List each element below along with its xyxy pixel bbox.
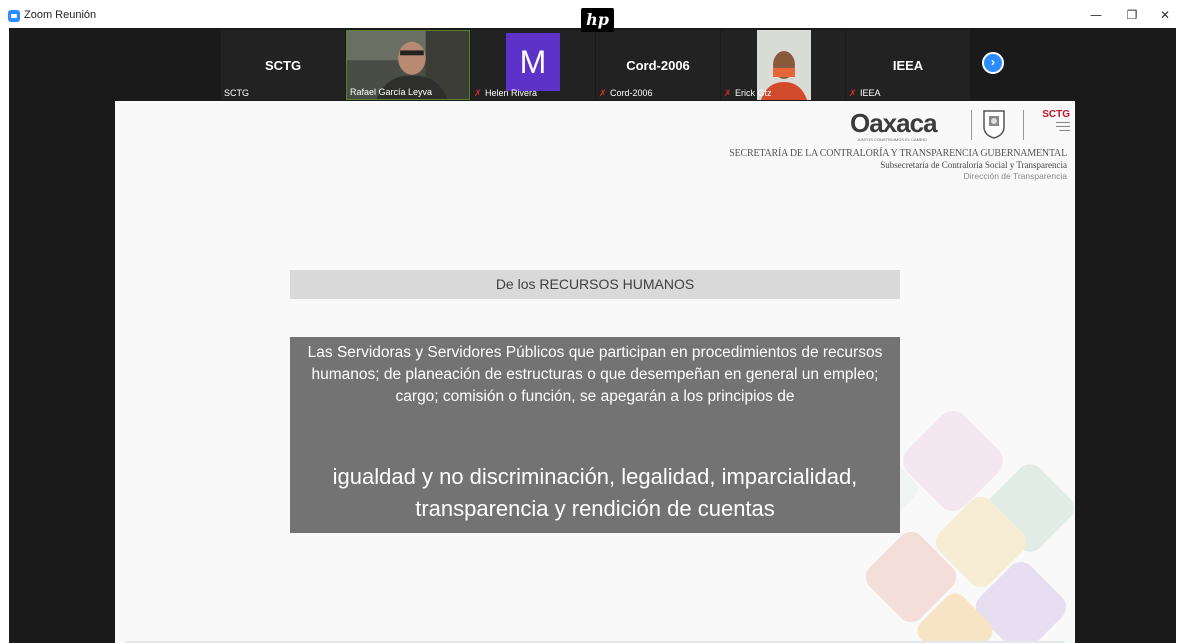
- content-box: Las Servidoras y Servidores Públicos que…: [290, 337, 900, 533]
- participant-name: SCTG: [224, 88, 250, 98]
- participant-label: ✗ Erick Gtz: [724, 88, 772, 98]
- meeting-view: SCTG SCTG Rafael García Leyva M ✗ Helen …: [9, 28, 1176, 643]
- window-title: Zoom Reunión: [24, 9, 97, 21]
- sctg-logo-text: SCTG: [1042, 109, 1070, 120]
- minimize-button[interactable]: —: [1088, 8, 1104, 22]
- oaxaca-logo-tagline: JUNTOS CONSTRUIMOS EL CAMBIO: [857, 137, 927, 142]
- participant-display-name: IEEA: [892, 58, 924, 73]
- muted-mic-icon: ✗: [474, 87, 482, 98]
- body-paragraph: Las Servidoras y Servidores Públicos que…: [307, 344, 883, 405]
- avatar: M: [506, 33, 560, 91]
- participant-label: ✗ IEEA: [849, 88, 881, 98]
- zoom-app-icon: [8, 10, 20, 22]
- participant-name: Cord-2006: [610, 88, 653, 98]
- header-secretaria: SECRETARÍA DE LA CONTRALORÍA Y TRANSPARE…: [729, 148, 1067, 159]
- sctg-logo: SCTG ▬▬▬▬ ▬▬▬▬ ▬▬▬: [1032, 109, 1070, 132]
- participant-tile-rafael[interactable]: Rafael García Leyva: [346, 30, 470, 100]
- close-button[interactable]: ✕: [1157, 8, 1173, 22]
- restore-button[interactable]: ❐: [1124, 8, 1140, 22]
- shared-screen-slide: Oaxaca JUNTOS CONSTRUIMOS EL CAMBIO SCTG…: [115, 101, 1075, 643]
- state-seal-icon: [983, 110, 1005, 139]
- oaxaca-logo: Oaxaca: [850, 108, 938, 138]
- hp-logo: hp: [581, 8, 614, 32]
- participant-tile-cord[interactable]: Cord-2006 ✗ Cord-2006: [596, 30, 720, 100]
- logo-divider: [971, 110, 972, 140]
- principles-text: igualdad y no discriminación, legalidad,…: [332, 464, 858, 521]
- participant-tile-ieea[interactable]: IEEA ✗ IEEA: [846, 30, 970, 100]
- header-subsecretaria: Subsecretaría de Contraloría Social y Tr…: [880, 160, 1067, 170]
- participant-name: Erick Gtz: [735, 88, 772, 98]
- participant-name: Helen Rivera: [485, 88, 538, 98]
- participant-tile-erick[interactable]: ✗ Erick Gtz: [721, 30, 845, 100]
- participant-name: Rafael García Leyva: [350, 87, 433, 97]
- muted-mic-icon: ✗: [849, 87, 857, 98]
- participant-label: ✗ Cord-2006: [599, 88, 653, 98]
- participant-label: SCTG: [224, 88, 249, 98]
- participant-strip: SCTG SCTG Rafael García Leyva M ✗ Helen …: [9, 28, 1176, 101]
- muted-mic-icon: ✗: [599, 87, 607, 98]
- header-direccion: Dirección de Transparencia: [963, 171, 1067, 181]
- participant-label: ✗ Helen Rivera: [474, 88, 537, 98]
- participant-tile-sctg[interactable]: SCTG SCTG: [221, 30, 345, 100]
- participant-label: Rafael García Leyva: [350, 87, 432, 97]
- participant-display-name: SCTG: [264, 58, 302, 73]
- participant-tile-helen[interactable]: M ✗ Helen Rivera: [471, 30, 595, 100]
- section-title: De los RECURSOS HUMANOS: [290, 270, 900, 299]
- sctg-logo-lines: ▬▬▬▬ ▬▬▬▬ ▬▬▬: [1056, 120, 1070, 132]
- muted-mic-icon: ✗: [724, 87, 732, 98]
- participant-display-name: Cord-2006: [626, 58, 690, 73]
- chevron-right-icon[interactable]: ›: [982, 52, 1004, 74]
- logo-divider: [1023, 110, 1024, 140]
- participant-name: IEEA: [860, 88, 881, 98]
